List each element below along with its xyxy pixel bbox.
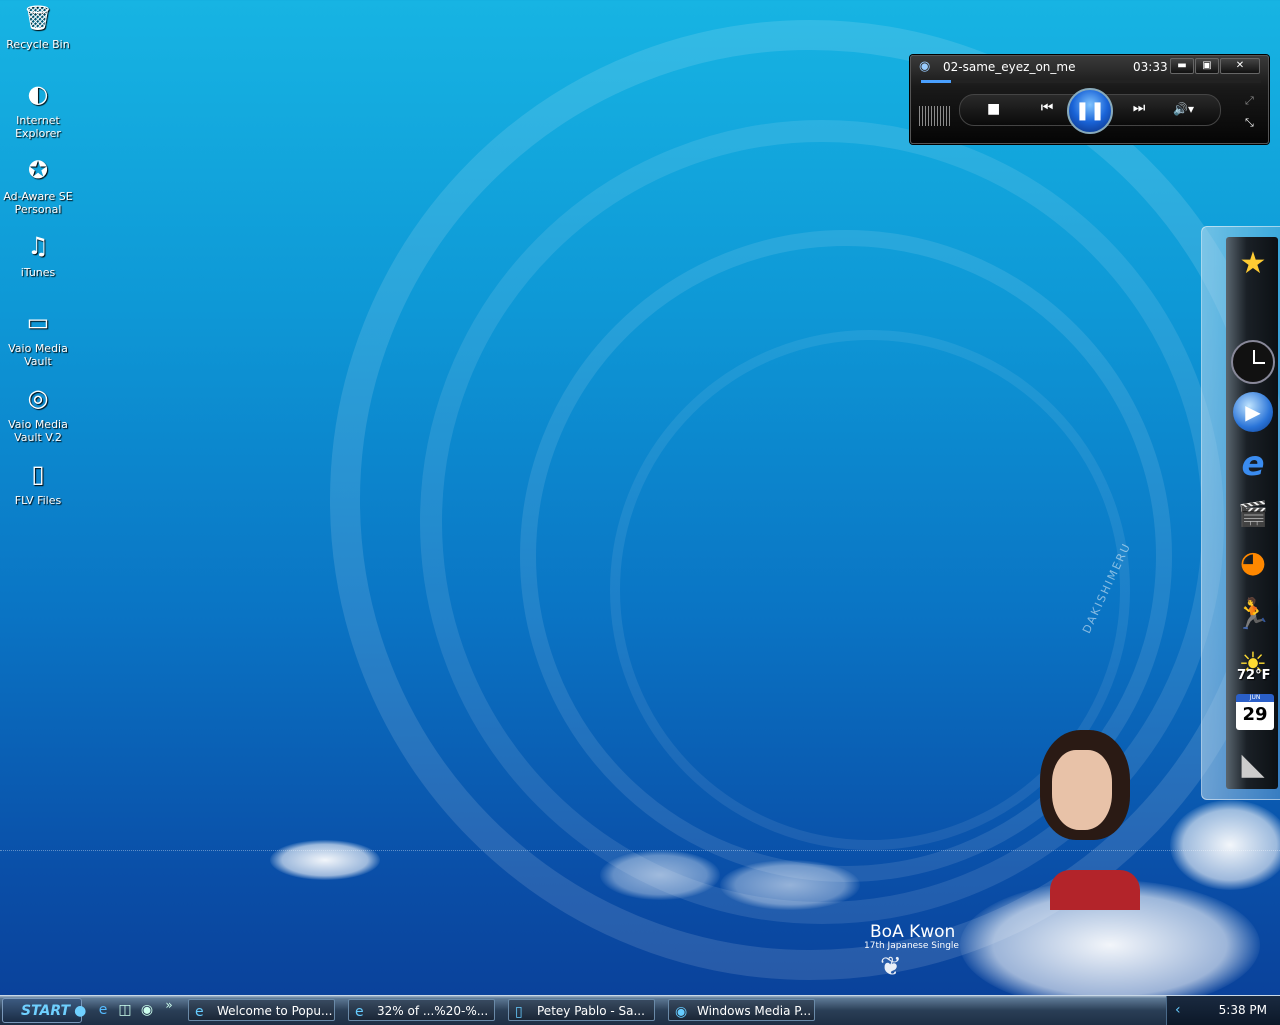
ie-icon: e: [195, 1004, 204, 1020]
itunes-icon: ♫: [27, 231, 49, 260]
calendar-day: 29: [1242, 704, 1268, 725]
equalizer-icon: [919, 106, 951, 126]
minimize-button[interactable]: ▬: [1170, 58, 1194, 74]
desktop-icon[interactable]: ✪ Ad-Aware SE Personal: [0, 154, 76, 217]
tray-expand-button[interactable]: ‹: [1175, 996, 1181, 1025]
quick-launch-ie-icon[interactable]: e: [94, 1001, 112, 1019]
desktop-wallpaper: BoA Kwon 17th Japanese Single ❦ DAKISHIM…: [0, 0, 1280, 995]
seek-bar[interactable]: [921, 80, 1261, 83]
volume-button[interactable]: 🔊▾: [1173, 102, 1194, 116]
flv-files-icon: ▯: [31, 459, 45, 488]
taskbar-button-label: Welcome to Popu...: [217, 1004, 333, 1018]
weather-temperature: 72°F: [1237, 668, 1271, 683]
switch-to-full-mode-icon[interactable]: ⤡: [1245, 116, 1254, 130]
stop-button[interactable]: ■: [987, 101, 1000, 117]
calendar-month: JUN: [1249, 694, 1261, 701]
taskbar-button[interactable]: ▯ Petey Pablo - Sa...: [508, 999, 655, 1021]
clock[interactable]: 5:38 PM: [1219, 996, 1267, 1025]
ie-download-icon: e: [355, 1004, 364, 1020]
folder-icon: ▯: [515, 1004, 523, 1020]
desktop-icon[interactable]: ▯ FLV Files: [0, 458, 76, 508]
taskbar-button-label: Windows Media P...: [697, 1004, 812, 1018]
taskbar-button-label: Petey Pablo - Sa...: [537, 1004, 645, 1018]
ad-aware-icon: ✪: [27, 155, 49, 184]
desktop-icon-label: Ad-Aware SE Personal: [3, 190, 73, 216]
close-button[interactable]: ✕: [1220, 58, 1260, 74]
desktop-icon[interactable]: ♫ iTunes: [0, 230, 76, 280]
restore-button[interactable]: ▣: [1195, 58, 1219, 74]
start-button[interactable]: START ●: [2, 998, 86, 1023]
taskbar-button[interactable]: e 32% of ...%20-%...: [348, 999, 495, 1021]
internet-explorer-icon: ◐: [27, 79, 49, 108]
taskbar-button-label: 32% of ...%20-%...: [377, 1004, 489, 1018]
dock-clock-icon[interactable]: [1229, 338, 1277, 386]
vaio-media-vault-icon: ▭: [26, 307, 50, 336]
portrait-figure: [1030, 730, 1150, 910]
desktop-icon[interactable]: ◐ Internet Explorer: [0, 78, 76, 141]
track-time: 03:33: [1133, 60, 1168, 74]
vaio-media-vault-v2-icon: ◎: [27, 383, 49, 412]
dock-calendar-icon[interactable]: JUN 29: [1236, 694, 1274, 730]
dock-movie-maker-icon[interactable]: 🎬: [1229, 490, 1277, 538]
dock-more-icon[interactable]: ◣: [1229, 740, 1277, 788]
pause-button[interactable]: ❚❚: [1067, 88, 1113, 134]
desktop-icon[interactable]: ◎ Vaio Media Vault V.2: [0, 382, 76, 445]
previous-button[interactable]: ⏮: [1029, 100, 1065, 116]
quick-launch-desktop-icon[interactable]: ◫: [116, 1001, 134, 1019]
dock-internet-explorer-icon[interactable]: e: [1229, 440, 1277, 488]
quick-launch-media-icon[interactable]: ◉: [138, 1001, 156, 1019]
desktop-icon[interactable]: 🗑 Recycle Bin: [0, 2, 76, 52]
recycle-bin-icon: 🗑: [22, 3, 54, 32]
wings-logo: ❦: [880, 952, 902, 982]
next-button[interactable]: ⏭: [1121, 100, 1157, 116]
track-title: 02-same_eyez_on_me: [943, 60, 1076, 74]
media-player-mini[interactable]: ◉ 02-same_eyez_on_me 03:33 ▬ ▣ ✕ ■ ⏮ ❚❚ …: [910, 55, 1269, 144]
desktop-icon-label: Recycle Bin: [6, 38, 70, 51]
desktop-icon-label: Vaio Media Vault: [8, 342, 68, 368]
desktop-icon-label: FLV Files: [14, 494, 62, 507]
desktop-icon[interactable]: ▭ Vaio Media Vault: [0, 306, 76, 369]
desktop-icon-label: Internet Explorer: [15, 114, 61, 140]
desktop-icon-label: Vaio Media Vault V.2: [8, 418, 68, 444]
dock-aim-icon[interactable]: 🏃: [1229, 590, 1277, 638]
expand-icon[interactable]: ⤢: [1245, 94, 1254, 108]
seek-progress: [921, 80, 951, 83]
wallpaper-name: BoA Kwon: [870, 922, 956, 942]
system-tray: ‹ 5:38 PM: [1166, 996, 1280, 1025]
media-player-icon: ◉: [919, 59, 931, 74]
dock-favorites-icon[interactable]: ★: [1229, 236, 1277, 290]
quick-launch-more-button[interactable]: »: [160, 996, 178, 1014]
wallpaper-vertical-text: DAKISHIMERU: [1080, 540, 1134, 636]
dock-firefox-icon[interactable]: ◕: [1229, 538, 1277, 586]
desktop-icon-label: iTunes: [20, 266, 56, 279]
taskbar-button[interactable]: ◉ Windows Media P...: [668, 999, 815, 1021]
start-orb-icon: ●: [74, 1003, 87, 1019]
start-label: START: [21, 1003, 71, 1019]
wallpaper-subtitle: 17th Japanese Single: [864, 941, 959, 951]
taskbar: START ● e ◫ ◉ » e Welcome to Popu... e 32% o…: [0, 995, 1280, 1025]
media-player-icon: ◉: [675, 1004, 688, 1020]
taskbar-button[interactable]: e Welcome to Popu...: [188, 999, 335, 1021]
dock-media-player-icon[interactable]: ▶: [1229, 388, 1277, 436]
